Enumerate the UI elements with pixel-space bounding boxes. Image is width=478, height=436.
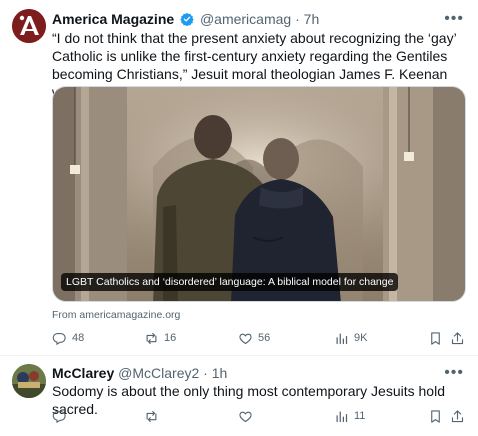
repost-button[interactable] [144,406,164,426]
like-button[interactable]: 56 [238,328,270,348]
reply-icon [52,332,66,345]
share-icon [451,409,464,422]
author-name[interactable]: America Magazine [52,11,174,27]
more-icon[interactable]: ••• [444,11,464,27]
like-button[interactable] [238,406,258,426]
share-button[interactable] [450,406,465,426]
reply-button[interactable] [52,406,72,426]
action-bar: 48 16 56 9K [52,328,468,348]
avatar[interactable] [12,9,46,43]
more-icon[interactable]: ••• [444,365,464,381]
author-handle[interactable]: @americamag [200,11,291,27]
like-icon [239,411,252,422]
tweet-americamag[interactable]: America Magazine @americamag · 7h ••• “I… [0,0,478,356]
author-handle[interactable]: @McClarey2 [118,365,199,381]
card-source[interactable]: From americamagazine.org [52,309,180,321]
bookmark-button[interactable] [428,328,443,348]
avatar[interactable] [12,364,46,398]
separator-dot: · [295,11,300,27]
cathedral-photo [53,87,465,301]
author-name[interactable]: McClarey [52,365,114,381]
repost-count: 16 [164,332,177,344]
bookmark-icon [431,331,440,345]
card-title[interactable]: LGBT Catholics and ‘disordered’ language… [61,273,399,291]
views-count: 9K [354,332,368,344]
tweet-time[interactable]: 7h [304,11,320,27]
action-bar: 11 [52,406,468,426]
repost-icon [146,332,157,344]
views-icon [336,411,348,422]
views-button[interactable]: 11 [334,406,365,426]
like-icon [239,333,252,344]
tweet-mcclarey[interactable]: McClarey @McClarey2 · 1h ••• Sodomy is a… [0,356,478,436]
bookmark-button[interactable] [428,406,443,426]
repost-button[interactable]: 16 [144,328,176,348]
tweet-time[interactable]: 1h [212,365,228,381]
views-button[interactable]: 9K [334,328,367,348]
reply-count: 48 [72,332,85,344]
like-count: 56 [258,332,271,344]
views-icon [336,333,348,344]
share-icon [451,331,464,344]
share-button[interactable] [450,328,465,348]
bookmark-icon [431,409,440,423]
america-logo-icon [12,9,46,43]
verified-badge-icon [180,12,194,27]
reply-icon [52,410,66,423]
tweet-header: McClarey @McClarey2 · 1h [52,364,438,382]
tweet-header: America Magazine @americamag · 7h [52,10,438,28]
reply-button[interactable]: 48 [52,328,84,348]
link-card[interactable]: LGBT Catholics and ‘disordered’ language… [52,86,466,302]
avatar-image [12,364,46,398]
views-count: 11 [354,410,366,422]
separator-dot: · [203,365,208,381]
repost-icon [146,410,157,422]
